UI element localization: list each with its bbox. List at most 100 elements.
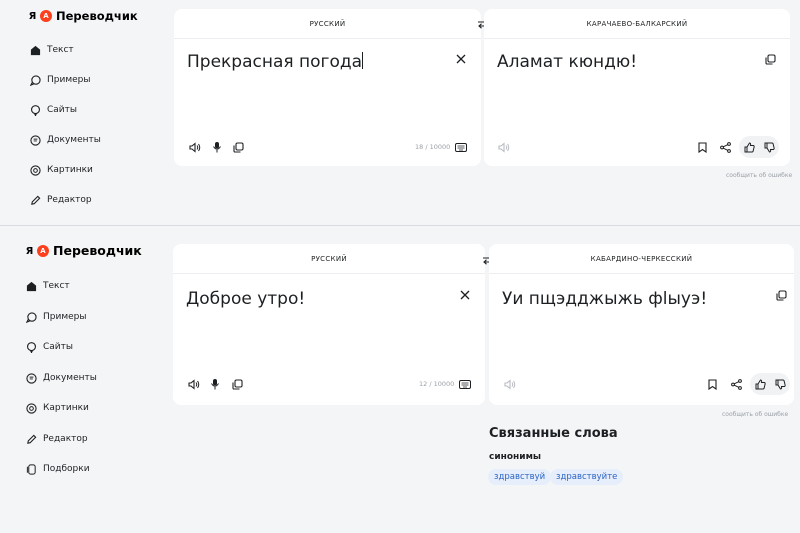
copy-source-button[interactable] bbox=[230, 377, 244, 391]
sidebar-item-label: Примеры bbox=[47, 75, 91, 85]
pencil-icon bbox=[25, 433, 38, 446]
thumbs-up-icon bbox=[755, 378, 766, 389]
character-counter: 12 / 10000 bbox=[419, 380, 455, 388]
report-error-link[interactable]: сообщить об ошибке bbox=[722, 411, 788, 419]
source-panel: РУССКИЙ Доброе утро! 12 / 10000 bbox=[173, 244, 485, 405]
copy-icon bbox=[764, 53, 776, 65]
sidebar-item-label: Документы bbox=[43, 373, 97, 383]
screenshot-top: Я A Переводчик Текст Примеры Сайты Докум… bbox=[0, 0, 800, 225]
speech-bubble-icon bbox=[25, 341, 38, 354]
text-caret bbox=[362, 52, 364, 69]
synonym-chip[interactable]: здравствуйте bbox=[550, 469, 624, 485]
voice-input-button[interactable] bbox=[210, 140, 224, 154]
close-icon bbox=[456, 54, 466, 64]
translator-badge-icon: A bbox=[40, 10, 52, 22]
voice-input-button[interactable] bbox=[208, 377, 222, 391]
microphone-icon bbox=[213, 142, 221, 153]
clear-text-button[interactable] bbox=[458, 288, 472, 302]
target-language-selector[interactable]: КАБАРДИНО-ЧЕРКЕССКИЙ bbox=[489, 244, 794, 274]
sidebar-item-editor[interactable]: Редактор bbox=[25, 430, 88, 448]
translation-output: Аламат кюндю! bbox=[497, 52, 638, 72]
sidebar-item-documents[interactable]: Документы bbox=[25, 369, 97, 387]
share-icon bbox=[730, 378, 742, 390]
sidebar-item-text[interactable]: Текст bbox=[25, 277, 70, 295]
keyboard-button[interactable] bbox=[454, 140, 468, 154]
chat-bubble-icon bbox=[29, 74, 42, 87]
chat-bubble-icon bbox=[25, 311, 38, 324]
dislike-button[interactable] bbox=[762, 140, 776, 154]
character-counter: 18 / 10000 bbox=[415, 143, 451, 151]
bookmark-button[interactable] bbox=[705, 377, 719, 391]
sidebar-item-sites[interactable]: Сайты bbox=[29, 101, 77, 119]
speaker-icon bbox=[189, 141, 201, 153]
sidebar-item-label: Примеры bbox=[43, 312, 87, 322]
sidebar-item-label: Документы bbox=[47, 135, 101, 145]
image-icon bbox=[29, 164, 42, 177]
pencil-icon bbox=[29, 194, 42, 207]
synonym-chip[interactable]: здравствуй bbox=[488, 469, 552, 485]
target-language-selector[interactable]: КАРАЧАЕВО-БАЛКАРСКИЙ bbox=[484, 9, 790, 39]
sidebar-item-collections[interactable]: Подборки bbox=[25, 460, 90, 478]
listen-translation-button[interactable] bbox=[503, 377, 517, 391]
copy-translation-button[interactable] bbox=[774, 288, 788, 302]
copy-icon bbox=[232, 141, 244, 153]
source-text-value: Прекрасная погода bbox=[187, 52, 363, 72]
house-icon bbox=[29, 44, 42, 57]
sidebar-item-images[interactable]: Картинки bbox=[29, 161, 93, 179]
keyboard-button[interactable] bbox=[458, 377, 472, 391]
copy-source-button[interactable] bbox=[231, 140, 245, 154]
like-button[interactable] bbox=[753, 377, 767, 391]
house-icon bbox=[25, 280, 38, 293]
speaker-icon bbox=[188, 378, 200, 390]
logo[interactable]: Я A Переводчик bbox=[24, 244, 142, 258]
sidebar-item-editor[interactable]: Редактор bbox=[29, 191, 92, 209]
translation-panel: КАРАЧАЕВО-БАЛКАРСКИЙ Аламат кюндю! bbox=[484, 9, 790, 166]
speech-bubble-icon bbox=[29, 104, 42, 117]
copy-translation-button[interactable] bbox=[763, 52, 777, 66]
sidebar-item-label: Сайты bbox=[47, 105, 77, 115]
copy-icon bbox=[775, 289, 787, 301]
thumbs-down-icon bbox=[764, 142, 775, 153]
sidebar-item-text[interactable]: Текст bbox=[29, 41, 74, 59]
related-words-title: Связанные слова bbox=[489, 426, 618, 441]
sidebar-item-label: Текст bbox=[47, 45, 74, 55]
share-icon bbox=[719, 141, 731, 153]
yandex-logo-letter: Я bbox=[25, 245, 34, 257]
source-text-input[interactable]: Прекрасная погода bbox=[187, 51, 364, 73]
yandex-logo-letter: Я bbox=[28, 10, 37, 22]
listen-button[interactable] bbox=[188, 140, 202, 154]
bookmark-button[interactable] bbox=[695, 140, 709, 154]
source-panel: РУССКИЙ Прекрасная погода 18 / 10000 bbox=[174, 9, 481, 166]
dislike-button[interactable] bbox=[773, 377, 787, 391]
sidebar-item-sites[interactable]: Сайты bbox=[25, 338, 73, 356]
document-icon bbox=[25, 372, 38, 385]
synonyms-label: синонимы bbox=[489, 452, 542, 462]
sidebar-item-label: Редактор bbox=[47, 195, 92, 205]
sidebar-item-images[interactable]: Картинки bbox=[25, 399, 89, 417]
sidebar-item-examples[interactable]: Примеры bbox=[29, 71, 90, 89]
sidebar-item-documents[interactable]: Документы bbox=[29, 131, 101, 149]
source-language-selector[interactable]: РУССКИЙ bbox=[173, 244, 485, 274]
like-button[interactable] bbox=[742, 140, 756, 154]
close-icon bbox=[460, 290, 470, 300]
sidebar-item-label: Сайты bbox=[43, 342, 73, 352]
share-button[interactable] bbox=[718, 140, 732, 154]
keyboard-icon bbox=[459, 379, 471, 389]
report-error-link[interactable]: сообщить об ошибке bbox=[726, 172, 792, 180]
listen-button[interactable] bbox=[187, 377, 201, 391]
speaker-icon bbox=[504, 378, 516, 390]
sidebar-item-examples[interactable]: Примеры bbox=[25, 308, 86, 326]
source-language-selector[interactable]: РУССКИЙ bbox=[174, 9, 481, 39]
translation-output: Уи пщэдджыжь фlыуэ! bbox=[502, 289, 708, 309]
listen-translation-button[interactable] bbox=[497, 140, 511, 154]
thumbs-down-icon bbox=[775, 379, 786, 390]
sidebar-item-label: Редактор bbox=[43, 434, 88, 444]
source-text-input[interactable]: Доброе утро! bbox=[186, 288, 305, 310]
microphone-icon bbox=[211, 379, 219, 390]
document-icon bbox=[29, 134, 42, 147]
logo[interactable]: Я A Переводчик bbox=[27, 9, 138, 23]
app-title: Переводчик bbox=[53, 243, 142, 258]
clear-text-button[interactable] bbox=[454, 52, 468, 66]
bookmark-icon bbox=[697, 141, 707, 153]
share-button[interactable] bbox=[729, 377, 743, 391]
